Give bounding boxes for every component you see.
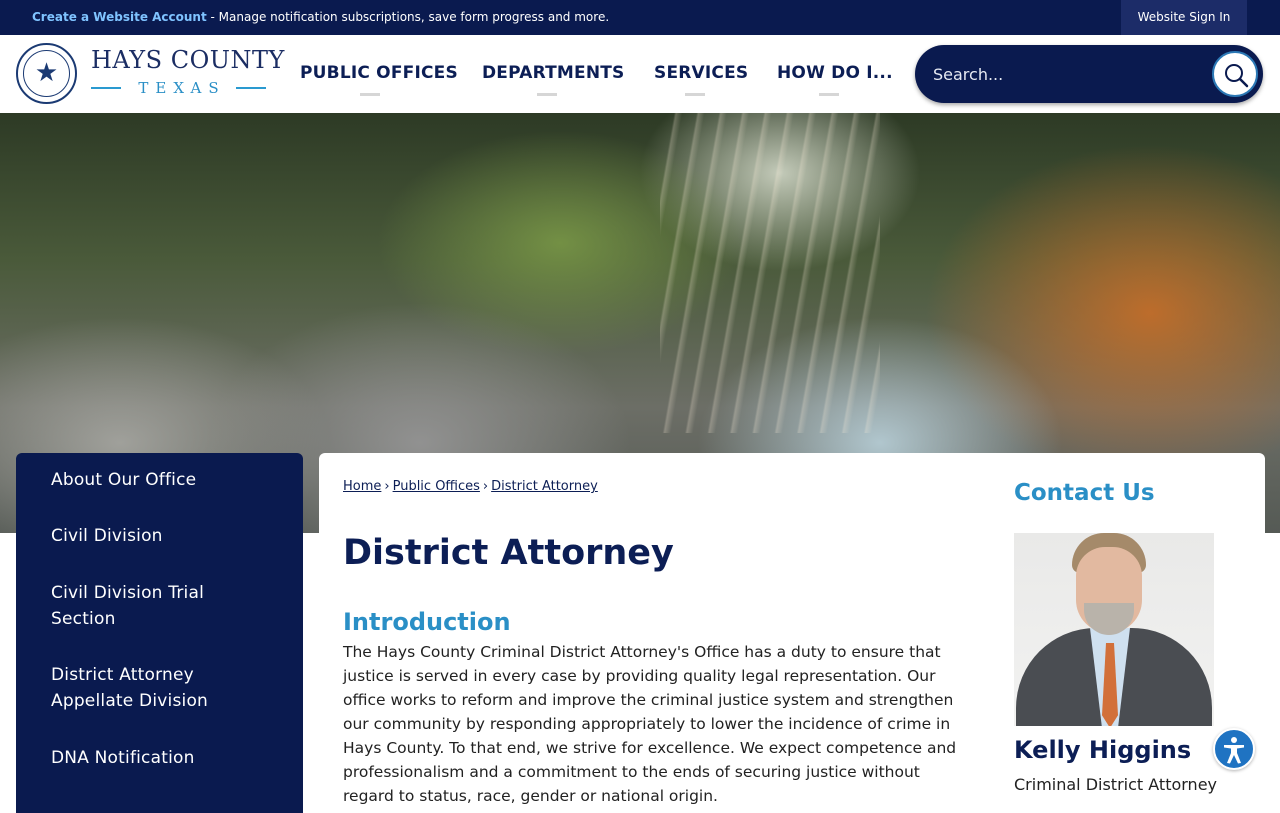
section-title: Introduction xyxy=(343,608,511,636)
breadcrumb: Home › Public Offices › District Attorney xyxy=(343,479,598,494)
site-header: ★ HAYS COUNTY TEXAS PUBLIC OFFICES DEPAR… xyxy=(0,35,1280,113)
nav-how-do-i[interactable]: HOW DO I... xyxy=(777,63,893,83)
nav-indicator xyxy=(360,93,380,96)
create-account-link[interactable]: Create a Website Account xyxy=(32,10,207,24)
intro-text: The Hays County Criminal District Attorn… xyxy=(343,643,957,805)
nav-indicator xyxy=(685,93,705,96)
search-input[interactable] xyxy=(933,59,1203,89)
main-content: Home › Public Offices › District Attorney Di… xyxy=(319,453,1265,813)
divider xyxy=(236,87,266,89)
breadcrumb-separator: › xyxy=(384,479,390,494)
sidebar-item-about-our-office[interactable]: About Our Office xyxy=(51,467,291,493)
nav-indicator xyxy=(819,93,839,96)
star-icon: ★ xyxy=(34,58,59,88)
page-title: District Attorney xyxy=(343,533,674,573)
sidebar-item-appellate-division[interactable]: District Attorney Appellate Division xyxy=(51,662,251,714)
nav-services[interactable]: SERVICES xyxy=(654,63,748,83)
nav-departments[interactable]: DEPARTMENTS xyxy=(482,63,625,83)
breadcrumb-home[interactable]: Home xyxy=(343,479,381,494)
search-icon xyxy=(1225,64,1249,88)
nav-indicator xyxy=(537,93,557,96)
accessibility-icon xyxy=(1224,737,1244,764)
breadcrumb-public-offices[interactable]: Public Offices xyxy=(393,479,480,494)
sidebar-item-dna-notification[interactable]: DNA Notification xyxy=(51,745,291,771)
sidebar-item-civil-division[interactable]: Civil Division xyxy=(51,523,291,549)
nav-public-offices[interactable]: PUBLIC OFFICES xyxy=(300,63,458,83)
contact-title: Contact Us xyxy=(1014,480,1155,506)
breadcrumb-district-attorney[interactable]: District Attorney xyxy=(491,479,598,494)
notification-message: Create a Website Account - Manage notifi… xyxy=(32,10,609,24)
sidebar-nav: About Our Office Civil Division Civil Di… xyxy=(16,453,303,813)
county-seal-logo[interactable]: ★ xyxy=(16,43,77,104)
site-subtitle: TEXAS xyxy=(91,78,266,98)
person-photo xyxy=(1014,533,1214,726)
notification-bar: Create a Website Account - Manage notifi… xyxy=(0,0,1280,35)
notification-text: - Manage notification subscriptions, sav… xyxy=(206,10,610,24)
person-name: Kelly Higgins xyxy=(1014,736,1192,764)
sidebar-item-civil-division-trial-section[interactable]: Civil Division Trial Section xyxy=(51,580,251,632)
search-bar xyxy=(915,45,1263,103)
search-button[interactable] xyxy=(1212,51,1258,97)
accessibility-button[interactable] xyxy=(1213,728,1255,770)
site-name[interactable]: HAYS COUNTY xyxy=(91,46,285,74)
sun-rays xyxy=(660,113,880,433)
person-role: Criminal District Attorney xyxy=(1014,775,1218,794)
breadcrumb-separator: › xyxy=(482,479,489,494)
sign-in-button[interactable]: Website Sign In xyxy=(1121,0,1247,35)
